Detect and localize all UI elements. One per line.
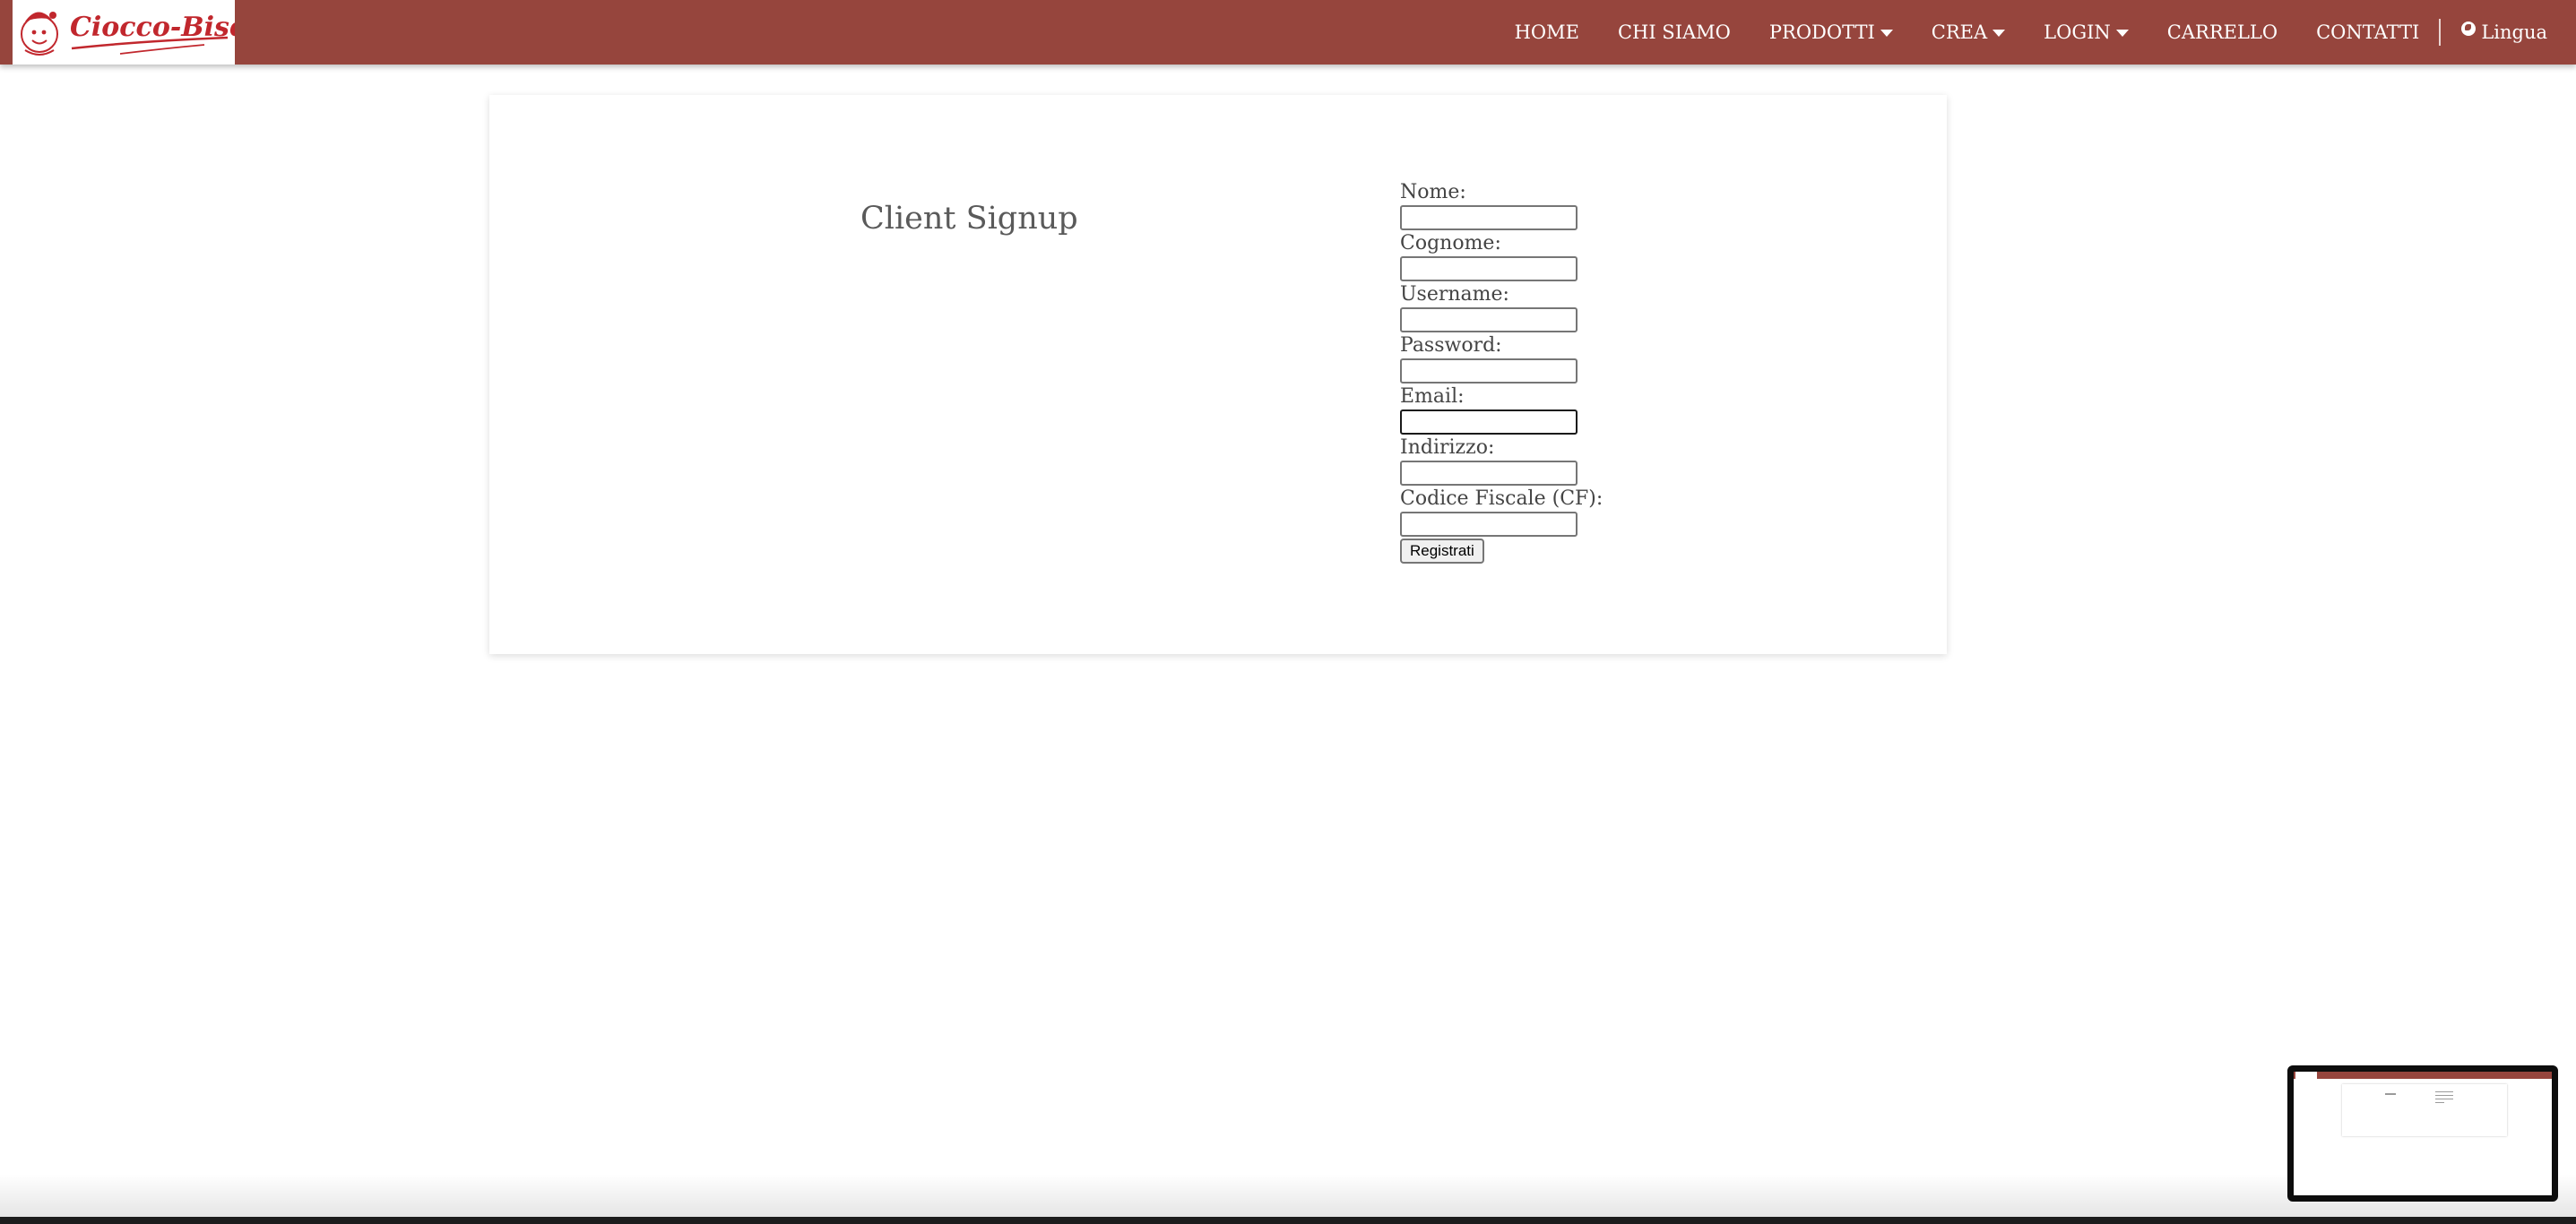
caret-down-icon [2115,30,2129,37]
nav-login-label: LOGIN [2044,22,2111,43]
field-indirizzo: Indirizzo: [1400,435,1687,486]
nav-crea-label: CREA [1931,22,1988,43]
codice-fiscale-label: Codice Fiscale (CF): [1400,487,1604,510]
top-navbar: Ciocco-Bisco HOME CHI SIAMO PRODOTTI CRE… [0,0,2576,65]
field-email: Email: [1400,384,1687,435]
language-label: Lingua [2481,22,2547,43]
nav-crea-dropdown[interactable]: CREA [1931,22,2006,43]
codice-fiscale-input[interactable] [1400,512,1578,537]
nav-home-label: HOME [1514,22,1579,43]
password-input[interactable] [1400,358,1578,384]
nav-carrello-label: CARRELLO [2166,22,2278,43]
nav-carrello[interactable]: CARRELLO [2167,22,2278,43]
thumbnail-navbar [2294,1072,2552,1079]
language-selector[interactable]: Lingua [2461,22,2547,43]
nav-contatti-label: CONTATTI [2316,22,2420,43]
thumbnail-form-line [2435,1102,2444,1103]
nome-input[interactable] [1400,205,1578,230]
field-password: Password: [1400,332,1687,384]
page-title: Client Signup [860,201,1078,237]
email-input[interactable] [1400,409,1578,435]
caret-down-icon [1993,30,2006,37]
cognome-input[interactable] [1400,256,1578,281]
dock-shadow [0,1174,2576,1217]
nav-chi-siamo[interactable]: CHI SIAMO [1618,22,1731,43]
nav-home[interactable]: HOME [1515,22,1579,43]
thumbnail-logo [2295,1072,2317,1079]
indirizzo-label: Indirizzo: [1400,436,1495,459]
thumbnail-card [2342,1084,2507,1136]
globe-icon [2461,22,2477,36]
password-label: Password: [1400,334,1502,357]
field-codice-fiscale: Codice Fiscale (CF): [1400,486,1687,537]
nav-divider [2439,19,2442,46]
field-cognome: Cognome: [1400,230,1687,281]
nav-links: HOME CHI SIAMO PRODOTTI CREA LOGIN CARRE… [1476,0,2547,65]
screenshot-thumbnail-preview[interactable] [2287,1065,2558,1202]
thumbnail-title-line [2385,1093,2396,1095]
thumbnail-form-line [2435,1095,2453,1096]
thumbnail-form-line [2435,1091,2453,1092]
nav-login-dropdown[interactable]: LOGIN [2044,22,2129,43]
nome-label: Nome: [1400,181,1466,203]
indirizzo-input[interactable] [1400,461,1578,486]
nav-contatti[interactable]: CONTATTI [2316,22,2419,43]
nav-prodotti-dropdown[interactable]: PRODOTTI [1769,22,1893,43]
ciocco-bisco-logo-icon: Ciocco-Bisco [21,12,235,56]
signup-card: Client Signup Nome: Cognome: Username: P… [489,95,1947,654]
nav-prodotti-label: PRODOTTI [1768,22,1875,43]
field-nome: Nome: [1400,179,1687,230]
signup-form: Nome: Cognome: Username: Password: Email… [1400,179,1687,564]
nav-chi-siamo-label: CHI SIAMO [1617,22,1731,43]
brand-logo[interactable]: Ciocco-Bisco [13,0,235,65]
caret-down-icon [1880,30,1893,37]
email-label: Email: [1400,385,1465,408]
username-label: Username: [1400,283,1509,306]
register-button[interactable]: Registrati [1400,539,1484,564]
cognome-label: Cognome: [1400,232,1501,254]
field-username: Username: [1400,281,1687,332]
dock-edge [0,1217,2576,1224]
username-input[interactable] [1400,307,1578,332]
